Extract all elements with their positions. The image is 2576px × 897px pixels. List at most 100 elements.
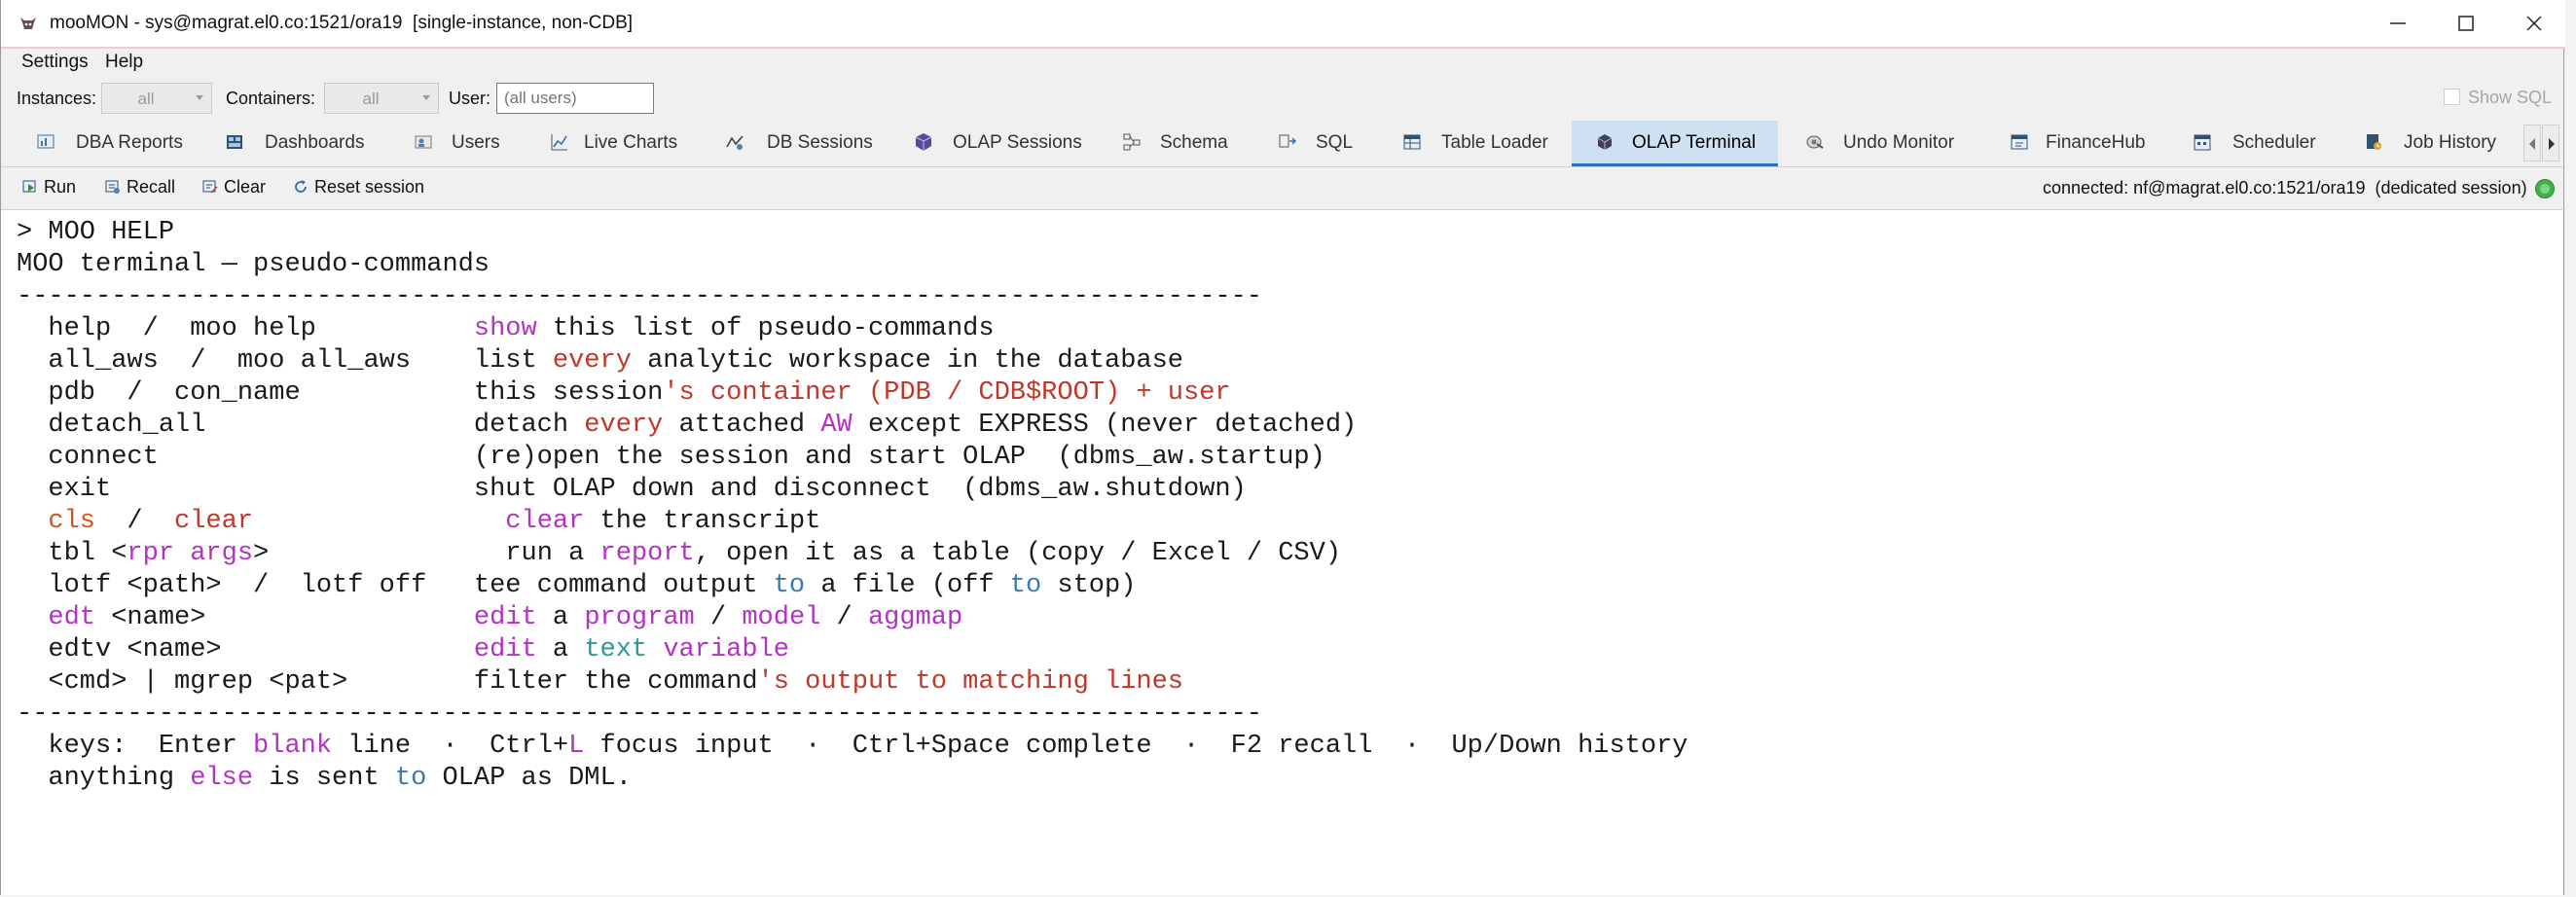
terminal-text: focus input · Ctrl+Space complete · F2 r… (584, 732, 1688, 761)
terminal-text: detach_all detach (17, 411, 585, 440)
tab-schema[interactable]: Schema (1103, 121, 1239, 166)
minimize-icon (2390, 22, 2406, 24)
tab-olap-sessions[interactable]: OLAP Sessions (900, 121, 1095, 166)
terminal-text: ----------------------------------------… (17, 700, 1263, 729)
terminal-line: tbl <rpr args> run a report, open it as … (17, 538, 1688, 570)
app-window: mooMON - sys@magrat.el0.co:1521/ora19 [s… (0, 0, 2565, 895)
terminal-text: pdb / con_name this session (17, 378, 664, 408)
menu-help[interactable]: Help (105, 52, 143, 73)
finance-icon (2011, 134, 2028, 150)
filter-row: Instances: all Containers: all User: Sho… (1, 78, 2563, 119)
user-filter-input[interactable] (496, 83, 654, 114)
show-sql-label: Show SQL (2468, 88, 2553, 107)
tab-label: Scheduler (2232, 132, 2316, 153)
tab-dashboards[interactable]: Dashboards (209, 121, 394, 166)
show-sql-checkbox[interactable]: Show SQL (2444, 88, 2552, 108)
terminal-line: help / moo help show this list of pseudo… (17, 313, 1688, 345)
maximize-button[interactable] (2432, 0, 2500, 47)
tab-financehub[interactable]: FinanceHub (1992, 121, 2171, 166)
terminal-text: / (820, 603, 868, 632)
terminal-text: program (584, 603, 695, 632)
reset-session-button[interactable]: Reset session (293, 177, 424, 197)
tab-scroll-left-button[interactable] (2523, 125, 2541, 161)
terminal-text: tbl < (17, 539, 127, 568)
terminal-text: edtv <name> (17, 635, 474, 664)
user-label: User: (449, 89, 491, 108)
tab-table-loader[interactable]: Table Loader (1387, 121, 1562, 166)
tab-label: FinanceHub (2046, 132, 2146, 153)
run-icon (22, 180, 36, 193)
terminal-text: OLAP as DML. (426, 764, 632, 793)
tab-label: Job History (2404, 132, 2497, 153)
terminal-text: keys: Enter (17, 732, 254, 761)
tab-olap-terminal[interactable]: OLAP Terminal (1572, 121, 1778, 166)
close-button[interactable] (2500, 0, 2568, 47)
tab-label: DB Sessions (767, 132, 873, 153)
tab-label: OLAP Terminal (1632, 132, 1757, 153)
tab-label: OLAP Sessions (953, 132, 1082, 153)
tab-scheduler[interactable]: Scheduler (2177, 121, 2340, 166)
tab-users[interactable]: Users (398, 121, 544, 166)
containers-select[interactable]: all (324, 83, 439, 114)
terminal-text: the transcript (584, 507, 821, 536)
terminal-text: L (568, 732, 585, 761)
clear-button[interactable]: Clear (202, 177, 266, 197)
terminal-output[interactable]: > MOO HELP MOO terminal — pseudo-commands… (1, 210, 2563, 895)
terminal-text: show (473, 314, 537, 343)
terminal-text: a file (off (805, 571, 1010, 600)
chart-icon (551, 134, 567, 151)
tab-undo-monitor[interactable]: Undo Monitor (1788, 121, 1982, 166)
sessions-icon (726, 135, 744, 150)
status-ok-icon (2535, 179, 2555, 198)
minimize-button[interactable] (2364, 0, 2432, 47)
terminal-text: all_aws / moo all_aws list (17, 346, 553, 376)
tab-scroll-right-button[interactable] (2542, 125, 2559, 161)
chevron-right-icon (2549, 138, 2555, 150)
connection-status: connected: nf@magrat.el0.co:1521/ora19 (… (2043, 178, 2527, 197)
recall-button[interactable]: Recall (105, 177, 175, 197)
terminal-text: <cmd> | mgrep <pat> filter the command (17, 667, 758, 697)
terminal-icon (1597, 134, 1613, 150)
terminal-text: 's output to matching lines (757, 667, 1184, 697)
terminal-text: attached (663, 411, 821, 440)
terminal-text: aggmap (867, 603, 963, 632)
terminal-line: all_aws / moo all_aws list every analyti… (17, 345, 1688, 377)
tab-db-sessions[interactable]: DB Sessions (709, 121, 894, 166)
tab-label: Live Charts (584, 132, 678, 153)
terminal-text: / (694, 603, 743, 632)
terminal-text: a (536, 635, 585, 664)
instances-select[interactable]: all (101, 83, 212, 114)
terminal-line: lotf <path> / lotf off tee command outpu… (17, 570, 1688, 602)
tab-sql[interactable]: SQL (1262, 121, 1379, 166)
reset-session-label: Reset session (314, 177, 425, 197)
chevron-left-icon (2529, 138, 2535, 150)
terminal-line: exit shut OLAP down and disconnect (dbms… (17, 474, 1688, 506)
close-icon (2526, 16, 2542, 31)
maximize-icon (2458, 16, 2474, 31)
transcript: > MOO HELP MOO terminal — pseudo-commands… (17, 217, 1688, 795)
terminal-line: edt <name> edit a program / model / aggm… (17, 602, 1688, 634)
terminal-line: connect (re)open the session and start O… (17, 442, 1688, 474)
terminal-text: 's container (PDB / CDB$ROOT) + user (663, 378, 1231, 408)
menu-settings[interactable]: Settings (21, 52, 89, 73)
terminal-text: analytic workspace in the database (631, 346, 1183, 376)
terminal-text: <name> (95, 603, 474, 632)
terminal-line: > MOO HELP (17, 217, 1688, 249)
run-button[interactable]: Run (22, 177, 76, 197)
containers-value: all (362, 90, 380, 108)
users-icon (415, 135, 432, 149)
tab-bar: DBA Reports Dashboards Users Live Charts… (1, 121, 2565, 167)
terminal-text: to (773, 571, 806, 600)
terminal-text: to (1009, 571, 1042, 600)
terminal-text: ----------------------------------------… (17, 282, 1263, 311)
terminal-text: variable (663, 635, 789, 664)
chevron-down-icon (196, 95, 203, 100)
tab-job-history[interactable]: Job History (2348, 121, 2523, 166)
terminal-text: MOO terminal — pseudo-commands (17, 250, 490, 279)
terminal-line: anything else is sent to OLAP as DML. (17, 763, 1688, 795)
terminal-text: model (742, 603, 821, 632)
tab-dba-reports[interactable]: DBA Reports (20, 121, 205, 166)
tab-live-charts[interactable]: Live Charts (538, 121, 704, 166)
